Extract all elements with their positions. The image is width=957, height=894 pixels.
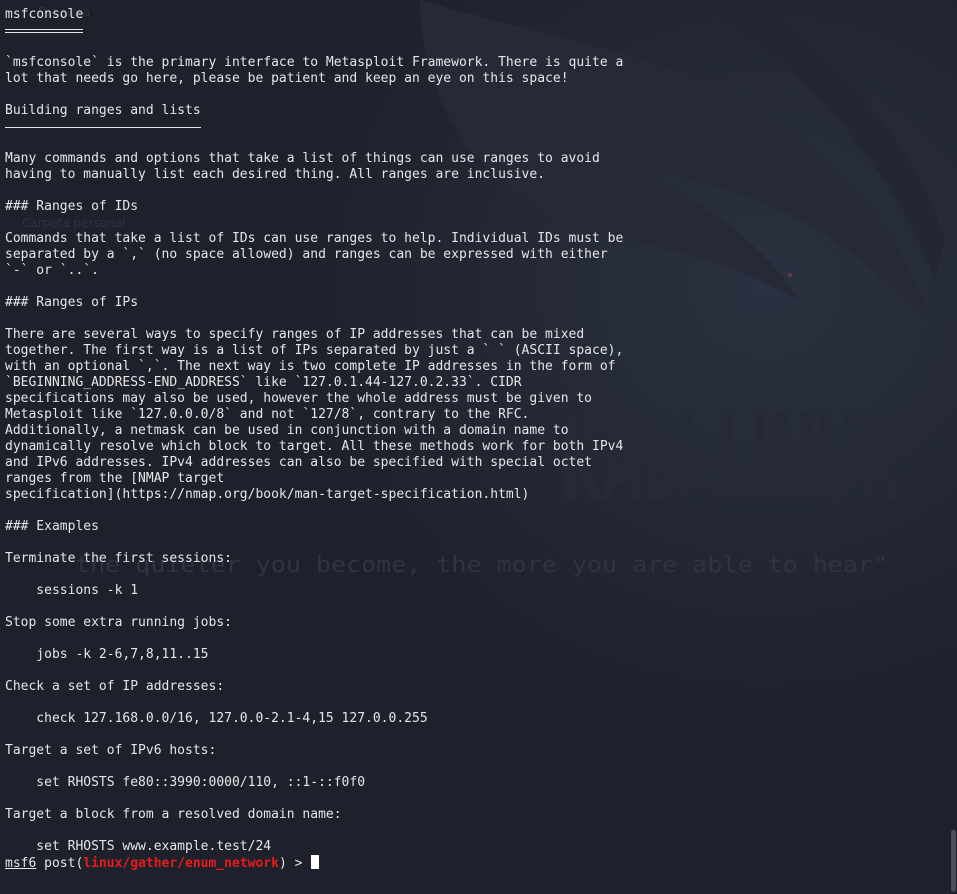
ips-heading: ### Ranges of IPs (5, 295, 139, 310)
section-title: Building ranges and lists (5, 103, 201, 128)
ips-text-line: together. The first way is a list of IPs… (5, 343, 624, 358)
prompt-context-prefix: post( (36, 856, 84, 871)
ids-text-line: `-` or `..`. (5, 263, 99, 278)
text-cursor (311, 855, 320, 869)
ips-text-line: specification](https://nmap.org/book/man… (5, 487, 530, 502)
ips-text-line: ranges from the [NMAP target (5, 471, 225, 486)
terminal-output[interactable]: msfconsole `msfconsole` is the primary i… (5, 7, 945, 871)
example-command: set RHOSTS fe80::3990:0000/110, ::1-::f0… (5, 775, 366, 790)
prompt-context-suffix: ) > (278, 856, 311, 871)
ips-text-line: with an optional `,`. The next way is tw… (5, 359, 616, 374)
example-description: Target a block from a resolved domain na… (5, 807, 342, 822)
intro-line: lot that needs go here, please be patien… (5, 71, 569, 86)
example-description: Terminate the first sessions: (5, 551, 232, 566)
examples-heading: ### Examples (5, 519, 99, 534)
prompt-module: linux/gather/enum_network (83, 856, 279, 871)
terminal-scrollbar[interactable] (949, 0, 957, 894)
ips-text-line: There are several ways to specify ranges… (5, 327, 585, 342)
ips-text-line: specifications may also be used, however… (5, 391, 592, 406)
intro-line: `msfconsole` is the primary interface to… (5, 55, 624, 70)
ips-text-line: `BEGINNING_ADDRESS-END_ADDRESS` like `12… (5, 375, 522, 390)
example-description: Check a set of IP addresses: (5, 679, 225, 694)
section-intro-line: Many commands and options that take a li… (5, 151, 600, 166)
ips-text-line: Metasploit like `127.0.0.0/8` and not `1… (5, 407, 530, 422)
section-intro-line: having to manually list each desired thi… (5, 167, 546, 182)
ids-text-line: Commands that take a list of IDs can use… (5, 231, 624, 246)
scrollbar-thumb[interactable] (951, 830, 956, 892)
section-title-line: Building ranges and lists (5, 103, 945, 128)
ips-text-line: dynamically resolve which block to targe… (5, 439, 624, 454)
example-description: Target a set of IPv6 hosts: (5, 743, 217, 758)
example-command: check 127.168.0.0/16, 127.0.0-2.1-4,15 1… (5, 711, 428, 726)
ids-text-line: separated by a `,` (no space allowed) an… (5, 247, 608, 262)
ips-text-line: Additionally, a netmask can be used in c… (5, 423, 569, 438)
example-command: jobs -k 2-6,7,8,11..15 (5, 647, 209, 662)
example-command: sessions -k 1 (5, 583, 139, 598)
ids-heading: ### Ranges of IDs (5, 199, 139, 214)
heading-line: msfconsole (5, 7, 945, 33)
example-description: Stop some extra running jobs: (5, 615, 232, 630)
doc-heading: msfconsole (5, 7, 84, 33)
ips-text-line: and IPv6 addresses. IPv4 addresses can a… (5, 455, 592, 470)
command-prompt[interactable]: msf6 post(linux/gather/enum_network) > (5, 855, 945, 871)
example-command: set RHOSTS www.example.test/24 (5, 839, 272, 854)
prompt-name: msf6 (5, 856, 37, 871)
